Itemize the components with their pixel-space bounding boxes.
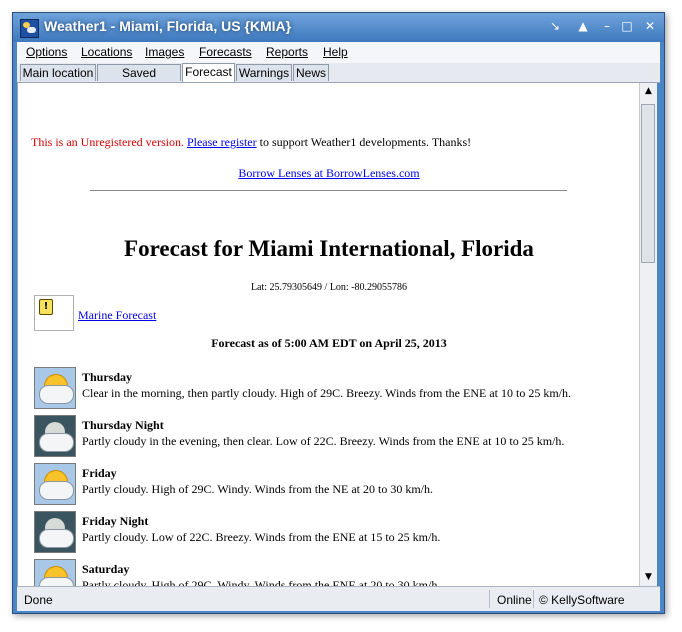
maximize-button[interactable]: □ [617,17,637,35]
tab-forecast[interactable]: Forecast [182,63,235,82]
forecast-row: Friday Partly cloudy. High of 29C. Windy… [34,463,634,508]
register-link[interactable]: Please register [187,135,257,149]
status-divider [489,590,490,608]
scroll-up-icon[interactable]: ▲ [640,83,657,100]
status-online: Online [497,593,532,607]
forecast-content: This is an Unregistered version. Please … [17,83,640,586]
scroll-thumb[interactable] [641,104,655,263]
forecast-row: Thursday Clear in the morning, then part… [34,367,634,412]
forecast-row: Thursday Night Partly cloudy in the even… [34,415,634,460]
partly-cloudy-day-icon [34,367,76,409]
marine-forecast-link[interactable]: Marine Forecast [78,308,156,323]
weather-app-icon[interactable] [20,19,39,38]
unregistered-notice: This is an Unregistered version. Please … [31,135,471,150]
menu-reports[interactable]: Reports [266,45,308,59]
forecast-timestamp: Forecast as of 5:00 AM EDT on April 25, … [211,336,447,350]
menu-help[interactable]: Help [323,45,348,59]
forecast-text: Partly cloudy. Low of 22C. Breezy. Winds… [82,530,441,544]
tab-news[interactable]: News [293,64,329,81]
tab-warnings[interactable]: Warnings [236,64,292,81]
menu-forecasts[interactable]: Forecasts [199,45,252,59]
status-copyright: © KellySoftware [539,593,625,607]
forecast-text: Partly cloudy. High of 29C. Windy. Winds… [82,482,434,496]
title-bar[interactable]: Weather1 - Miami, Florida, US {KMIA} ↘ ▲… [13,13,664,42]
partly-cloudy-night-icon [34,511,76,553]
forecast-row: Friday Night Partly cloudy. Low of 22C. … [34,511,634,556]
window-title: Weather1 - Miami, Florida, US {KMIA} [44,18,292,34]
pin-icon[interactable]: ↘ [545,17,565,35]
app-window: Weather1 - Miami, Florida, US {KMIA} ↘ ▲… [12,12,665,614]
warning-icon: ! [39,299,53,315]
close-button[interactable]: ✕ [637,17,663,35]
forecast-row: Saturday Partly cloudy. High of 29C. Win… [34,559,634,586]
page-title: Forecast for Miami International, Florid… [124,236,534,261]
vertical-scrollbar[interactable]: ▲ ▼ [639,83,657,586]
menu-bar: Options Locations Images Forecasts Repor… [17,42,660,63]
forecast-text: Clear in the morning, then partly cloudy… [82,386,571,400]
forecast-period: Thursday [82,370,133,384]
marine-warning-box[interactable]: ! [34,295,74,331]
forecast-text: Partly cloudy in the evening, then clear… [82,434,565,448]
forecast-period: Saturday [82,562,130,576]
notice-suffix: to support Weather1 developments. Thanks… [259,135,472,149]
forecast-period: Friday [82,466,117,480]
sponsor-link[interactable]: Borrow Lenses at BorrowLenses.com [238,166,419,180]
tab-bar: Main location Saved locations Forecast W… [17,63,660,96]
menu-images[interactable]: Images [145,45,184,59]
partly-cloudy-day-icon [34,463,76,505]
tab-saved-locations[interactable]: Saved locations [97,64,181,96]
divider [90,190,567,191]
notice-text: This is an Unregistered version. [31,135,184,149]
menu-options[interactable]: Options [26,45,67,59]
partly-cloudy-day-icon [34,559,76,586]
minimize-button[interactable]: – [597,17,617,35]
tab-main-location[interactable]: Main location [20,64,96,81]
sponsor-row: Borrow Lenses at BorrowLenses.com [18,166,640,181]
scroll-down-icon[interactable]: ▼ [640,569,657,586]
forecast-period: Thursday Night [82,418,164,432]
forecast-period: Friday Night [82,514,149,528]
menu-locations[interactable]: Locations [81,45,132,59]
status-divider [533,590,534,608]
status-text: Done [24,593,53,607]
partly-cloudy-night-icon [34,415,76,457]
forecast-text: Partly cloudy. High of 29C. Windy. Winds… [82,578,441,586]
status-bar: Done Online © KellySoftware [17,586,660,611]
coordinates: Lat: 25.79305649 / Lon: -80.29055786 [250,282,408,293]
menu-arrow-icon[interactable]: ▲ [573,17,593,35]
